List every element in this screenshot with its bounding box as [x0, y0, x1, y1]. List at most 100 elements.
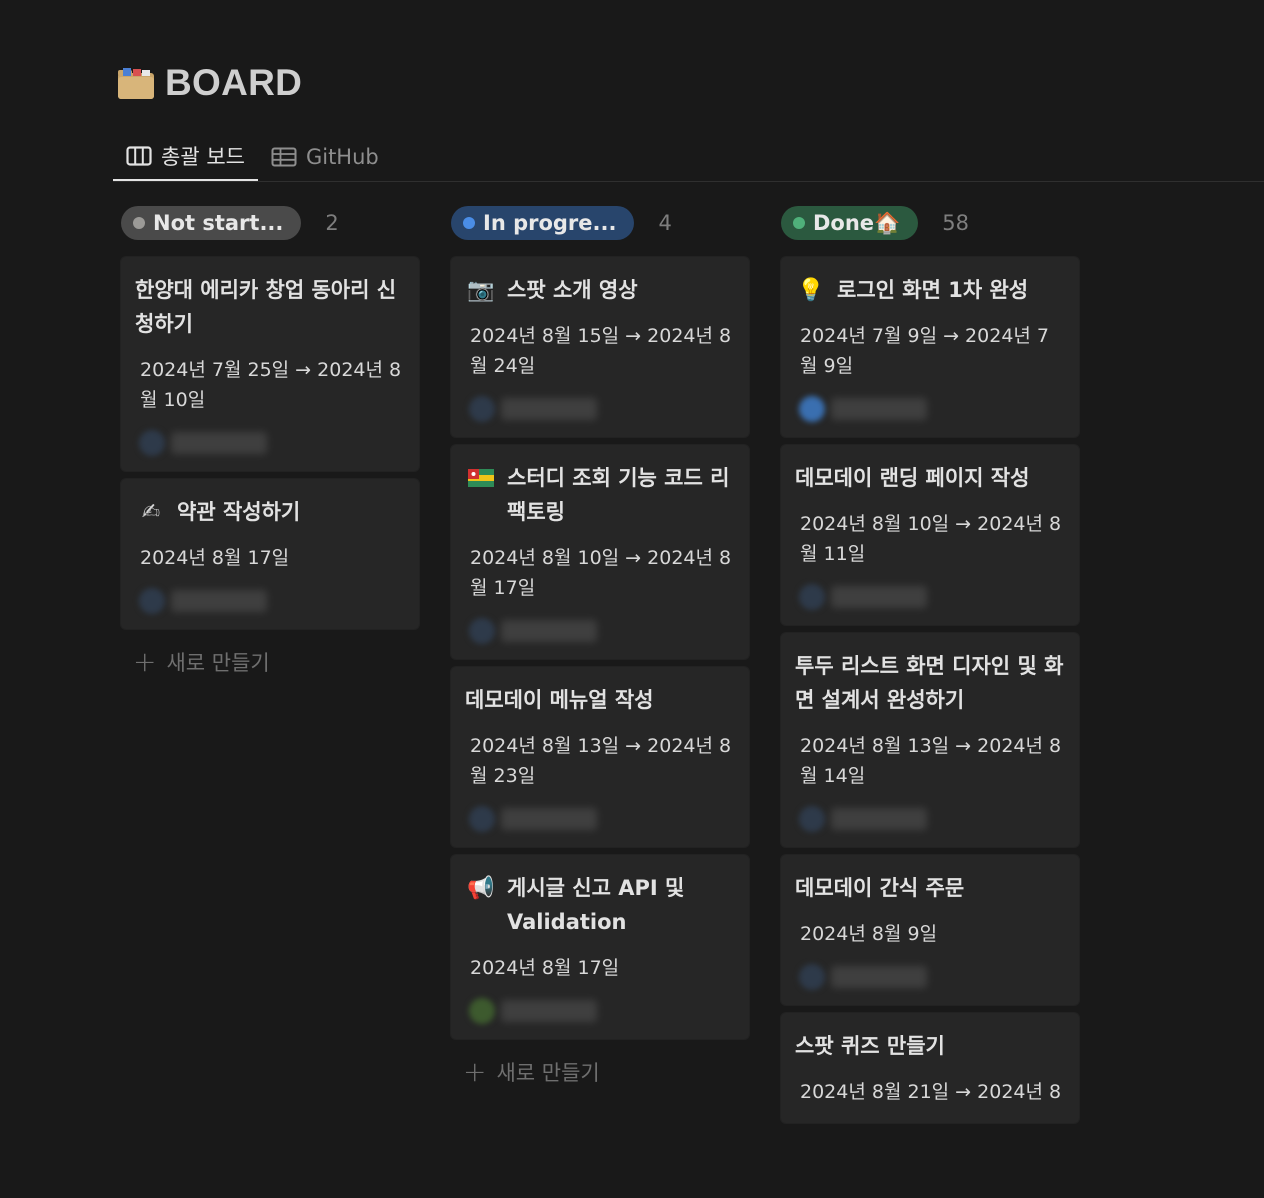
status-pill[interactable]: Not start...	[121, 206, 302, 240]
assignee-name-redacted	[501, 398, 597, 420]
assignee-name-redacted	[501, 620, 597, 642]
card-title: 한양대 에리카 창업 동아리 신청하기	[135, 278, 397, 336]
board-icon	[126, 145, 152, 166]
card-date: 2024년 8월 10일 → 2024년 8월 17일	[470, 547, 732, 599]
card-title-row: 💡 로그인 화면 1차 완성	[795, 273, 1065, 307]
new-card-label: 새로 만들기	[166, 651, 270, 675]
card-date: 2024년 7월 9일 → 2024년 7월 9일	[800, 325, 1050, 377]
card-date: 2024년 8월 13일 → 2024년 8월 23일	[470, 735, 732, 787]
status-label: Done🏠	[813, 210, 901, 235]
assignee-name-redacted	[831, 808, 927, 830]
avatar	[469, 618, 495, 644]
card-title: 데모데이 랜딩 페이지 작성	[795, 466, 1030, 490]
status-pill[interactable]: In progre...	[451, 206, 635, 240]
page-header: BOARD	[117, 62, 302, 104]
writing-hand-icon: ✍	[141, 499, 161, 525]
assignee-name-redacted	[501, 808, 597, 830]
card-assignee	[465, 998, 735, 1024]
card-title: 투두 리스트 화면 디자인 및 화면 설계서 완성하기	[795, 654, 1064, 712]
status-pill[interactable]: Done🏠	[781, 206, 919, 240]
card-title-row: ✍ 약관 작성하기	[135, 495, 405, 529]
avatar	[139, 430, 165, 456]
card-title-row: 📢 게시글 신고 API 및 Validation	[465, 871, 735, 939]
column-count: 58	[942, 211, 969, 235]
card[interactable]: 데모데이 간식 주문 2024년 8월 9일	[781, 855, 1079, 1005]
card[interactable]: ✍ 약관 작성하기 2024년 8월 17일	[121, 479, 419, 629]
status-dot	[463, 217, 475, 229]
card-title: 스팟 퀴즈 만들기	[795, 1034, 945, 1058]
card[interactable]: 📷 스팟 소개 영상 2024년 8월 15일 → 2024년 8월 24일	[451, 257, 749, 437]
card[interactable]: 한양대 에리카 창업 동아리 신청하기 2024년 7월 25일 → 2024년…	[121, 257, 419, 471]
column-header: Not start... 2	[121, 206, 419, 240]
card-title-row: 스팟 퀴즈 만들기	[795, 1029, 1065, 1063]
card[interactable]: 스터디 조회 기능 코드 리팩토링 2024년 8월 10일 → 2024년 8…	[451, 445, 749, 659]
avatar	[799, 964, 825, 990]
avatar	[469, 998, 495, 1024]
assignee-name-redacted	[831, 586, 927, 608]
card[interactable]: 💡 로그인 화면 1차 완성 2024년 7월 9일 → 2024년 7월 9일	[781, 257, 1079, 437]
card-title: 스팟 소개 영상	[507, 278, 638, 302]
flag-icon	[465, 461, 497, 495]
card-assignee	[795, 396, 1065, 422]
status-dot	[793, 217, 805, 229]
card-date: 2024년 8월 9일	[800, 923, 938, 945]
card-date: 2024년 8월 17일	[140, 547, 290, 569]
board-page: BOARD 총괄 보드 GitHub Not start... 2 한양대 에리…	[0, 0, 1264, 1198]
card-assignee	[795, 584, 1065, 610]
card-title-row: 데모데이 랜딩 페이지 작성	[795, 461, 1065, 495]
new-card-button[interactable]: + 새로 만들기	[451, 1055, 749, 1089]
assignee-name-redacted	[171, 590, 267, 612]
plus-icon: +	[463, 1055, 487, 1088]
plus-icon: +	[133, 645, 157, 678]
table-icon	[271, 147, 297, 167]
page-title: BOARD	[165, 62, 303, 103]
card-date: 2024년 8월 13일 → 2024년 8월 14일	[800, 735, 1062, 787]
megaphone-icon: 📢	[467, 875, 495, 901]
card-date: 2024년 7월 25일 → 2024년 8월 10일	[140, 359, 402, 411]
column-header: In progre... 4	[451, 206, 749, 240]
card-assignee	[465, 618, 735, 644]
tab-divider	[113, 181, 1264, 182]
tab-github[interactable]: GitHub	[258, 132, 392, 182]
card-title: 데모데이 메뉴얼 작성	[465, 688, 654, 712]
card-date: 2024년 8월 21일 → 2024년 8	[800, 1081, 1062, 1103]
avatar	[799, 584, 825, 610]
column-not-started: Not start... 2 한양대 에리카 창업 동아리 신청하기 2024년…	[121, 206, 419, 679]
avatar	[799, 396, 825, 422]
card[interactable]: 데모데이 메뉴얼 작성 2024년 8월 13일 → 2024년 8월 23일	[451, 667, 749, 847]
card-title: 로그인 화면 1차 완성	[837, 278, 1029, 302]
column-header: Done🏠 58	[781, 206, 1079, 240]
card-assignee	[465, 806, 735, 832]
card-assignee	[135, 588, 405, 614]
column-in-progress: In progre... 4 📷 스팟 소개 영상 2024년 8월 15일 →…	[451, 206, 749, 1089]
card-title-row: 스터디 조회 기능 코드 리팩토링	[465, 461, 735, 529]
new-card-button[interactable]: + 새로 만들기	[121, 645, 419, 679]
card-assignee	[795, 806, 1065, 832]
view-tabs: 총괄 보드 GitHub	[113, 132, 392, 182]
card-title: 스터디 조회 기능 코드 리팩토링	[507, 466, 730, 524]
card-title-row: 한양대 에리카 창업 동아리 신청하기	[135, 273, 405, 341]
column-count: 4	[658, 211, 672, 235]
column-done: Done🏠 58 💡 로그인 화면 1차 완성 2024년 7월 9일 → 20…	[781, 206, 1079, 1131]
card-title: 게시글 신고 API 및 Validation	[507, 876, 685, 934]
card[interactable]: 투두 리스트 화면 디자인 및 화면 설계서 완성하기 2024년 8월 13일…	[781, 633, 1079, 847]
status-label: Not start...	[153, 211, 284, 235]
status-dot	[133, 217, 145, 229]
tab-board[interactable]: 총괄 보드	[113, 132, 258, 182]
status-label: In progre...	[483, 211, 617, 235]
assignee-name-redacted	[831, 398, 927, 420]
card-title-row: 📷 스팟 소개 영상	[465, 273, 735, 307]
card-title: 약관 작성하기	[177, 500, 301, 524]
column-count: 2	[325, 211, 339, 235]
card[interactable]: 📢 게시글 신고 API 및 Validation 2024년 8월 17일	[451, 855, 749, 1039]
avatar	[799, 806, 825, 832]
card[interactable]: 데모데이 랜딩 페이지 작성 2024년 8월 10일 → 2024년 8월 1…	[781, 445, 1079, 625]
card-assignee	[465, 396, 735, 422]
card-date: 2024년 8월 15일 → 2024년 8월 24일	[470, 325, 732, 377]
assignee-name-redacted	[171, 432, 267, 454]
card[interactable]: 스팟 퀴즈 만들기 2024년 8월 21일 → 2024년 8	[781, 1013, 1079, 1123]
assignee-name-redacted	[831, 966, 927, 988]
card-title-row: 데모데이 메뉴얼 작성	[465, 683, 735, 717]
avatar	[139, 588, 165, 614]
card-date: 2024년 8월 10일 → 2024년 8월 11일	[800, 513, 1062, 565]
